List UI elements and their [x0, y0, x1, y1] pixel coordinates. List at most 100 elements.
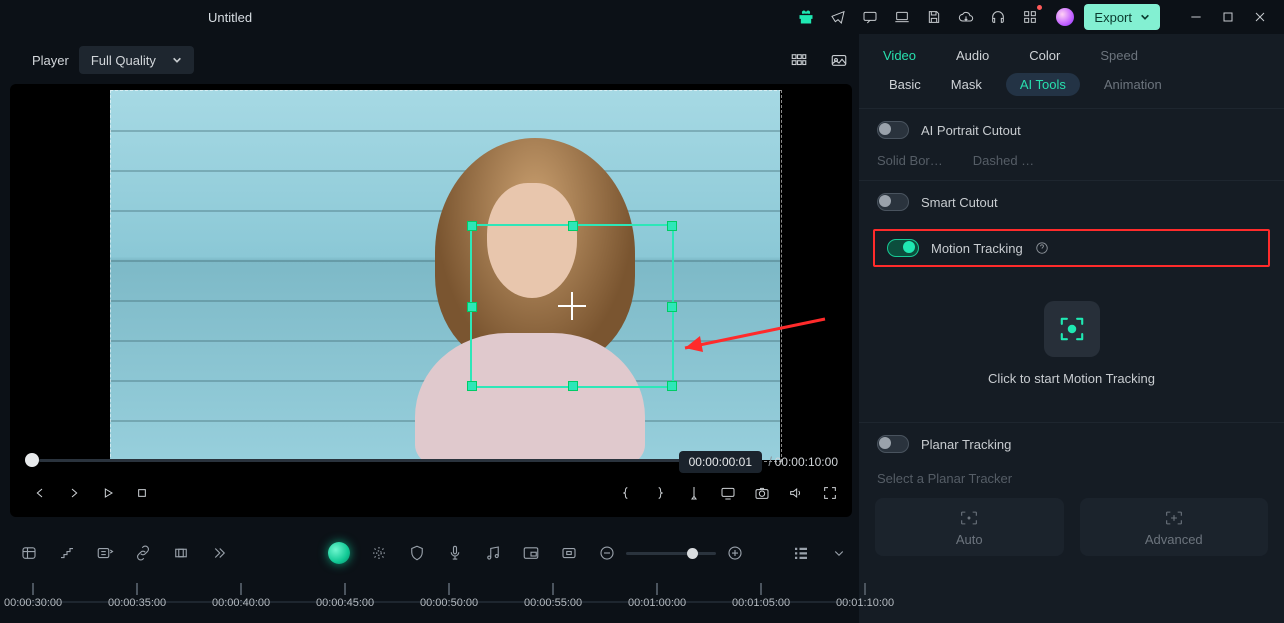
- stairs-icon[interactable]: [58, 544, 76, 562]
- tracker-auto-card[interactable]: Auto: [875, 498, 1064, 556]
- tab-color[interactable]: Color: [1029, 48, 1060, 63]
- resize-handle-left[interactable]: [467, 302, 477, 312]
- resize-handle-top-right[interactable]: [667, 221, 677, 231]
- tab-speed[interactable]: Speed: [1100, 48, 1138, 63]
- ai-portrait-label: AI Portrait Cutout: [921, 123, 1021, 138]
- ruler-tick: 00:00:45:00: [316, 583, 374, 609]
- window-minimize-button[interactable]: [1185, 6, 1207, 28]
- tab-audio[interactable]: Audio: [956, 48, 989, 63]
- more-icon[interactable]: [210, 544, 228, 562]
- fullscreen-icon[interactable]: [822, 485, 838, 504]
- view-options-icon[interactable]: [792, 544, 810, 562]
- frame-icon[interactable]: [560, 544, 578, 562]
- resize-handle-top[interactable]: [568, 221, 578, 231]
- playhead-slider[interactable]: [32, 453, 682, 467]
- tracker-auto-label: Auto: [956, 532, 983, 547]
- headphones-icon[interactable]: [987, 6, 1009, 28]
- motion-tracking-box[interactable]: [470, 224, 674, 388]
- motion-tracking-highlight: Motion Tracking: [873, 229, 1270, 267]
- planar-tracking-label: Planar Tracking: [921, 437, 1011, 452]
- pip-icon[interactable]: [522, 544, 540, 562]
- tab-ai-tools[interactable]: AI Tools: [1006, 73, 1080, 96]
- motion-tracking-toggle[interactable]: [887, 239, 919, 257]
- export-button[interactable]: Export: [1084, 4, 1160, 30]
- marker-icon[interactable]: [686, 485, 702, 504]
- telegram-icon[interactable]: [827, 6, 849, 28]
- planar-tracking-section: Planar Tracking: [859, 422, 1284, 465]
- stop-button[interactable]: [134, 485, 150, 504]
- brace-close-icon[interactable]: [652, 485, 668, 504]
- next-frame-button[interactable]: [66, 485, 82, 504]
- zoom-out-button[interactable]: [598, 544, 616, 562]
- planar-tracking-toggle[interactable]: [877, 435, 909, 453]
- inspector-primary-tabs: Video Audio Color Speed: [859, 34, 1284, 73]
- tracker-advanced-label: Advanced: [1145, 532, 1203, 547]
- play-button[interactable]: [100, 485, 116, 504]
- zoom-slider[interactable]: [626, 552, 716, 555]
- snapshot-icon[interactable]: [830, 51, 848, 69]
- portrait-option-solid: Solid Bor…: [877, 153, 943, 168]
- text-box-icon[interactable]: [96, 544, 114, 562]
- ruler-tick: 00:00:35:00: [108, 583, 166, 609]
- table-icon[interactable]: [20, 544, 38, 562]
- save-icon[interactable]: [923, 6, 945, 28]
- shield-icon[interactable]: [408, 544, 426, 562]
- tab-animation[interactable]: Animation: [1098, 73, 1168, 96]
- crop-icon[interactable]: [172, 544, 190, 562]
- chevron-down-icon: [1140, 12, 1150, 22]
- laptop-icon[interactable]: [891, 6, 913, 28]
- ai-orb-icon[interactable]: [328, 542, 350, 564]
- chat-icon[interactable]: [859, 6, 881, 28]
- mic-icon[interactable]: [446, 544, 464, 562]
- tracker-cards: Auto Advanced: [859, 488, 1284, 566]
- brace-open-icon[interactable]: [618, 485, 634, 504]
- tab-video[interactable]: Video: [883, 48, 916, 63]
- export-label: Export: [1094, 10, 1132, 25]
- total-time: 00:00:10:00: [775, 455, 838, 469]
- resize-handle-bottom-left[interactable]: [467, 381, 477, 391]
- motion-tracking-start-block: Click to start Motion Tracking: [859, 273, 1284, 422]
- screen-icon[interactable]: [720, 485, 736, 504]
- quality-value: Full Quality: [91, 53, 156, 68]
- quality-dropdown[interactable]: Full Quality: [79, 46, 194, 74]
- start-tracking-button[interactable]: [1044, 301, 1100, 357]
- zoom-in-button[interactable]: [726, 544, 744, 562]
- prev-frame-button[interactable]: [32, 485, 48, 504]
- resize-handle-bottom[interactable]: [568, 381, 578, 391]
- smart-cutout-section: Smart Cutout: [859, 180, 1284, 223]
- apps-icon[interactable]: [1019, 6, 1041, 28]
- volume-icon[interactable]: [788, 485, 804, 504]
- crosshair-icon: [558, 292, 586, 320]
- user-avatar[interactable]: [1056, 8, 1074, 26]
- music-icon[interactable]: [484, 544, 502, 562]
- ruler-tick: 00:00:30:00: [4, 583, 62, 609]
- video-preview[interactable]: 00:00:00:01 / 00:00:10:00: [10, 84, 852, 517]
- grid-view-icon[interactable]: [790, 51, 808, 69]
- select-tracker-label: Select a Planar Tracker: [877, 471, 1012, 486]
- tab-basic[interactable]: Basic: [883, 73, 927, 96]
- cloud-download-icon[interactable]: [955, 6, 977, 28]
- ai-portrait-toggle[interactable]: [877, 121, 909, 139]
- smart-cutout-label: Smart Cutout: [921, 195, 998, 210]
- timeline-zoom: [598, 544, 744, 562]
- player-header: Player Full Quality: [10, 40, 858, 80]
- tracker-advanced-card[interactable]: Advanced: [1080, 498, 1269, 556]
- resize-handle-right[interactable]: [667, 302, 677, 312]
- ruler-tick: 00:00:50:00: [420, 583, 478, 609]
- resize-handle-top-left[interactable]: [467, 221, 477, 231]
- sparkle-icon[interactable]: [370, 544, 388, 562]
- tab-mask[interactable]: Mask: [945, 73, 988, 96]
- gift-icon[interactable]: [795, 6, 817, 28]
- link-icon[interactable]: [134, 544, 152, 562]
- resize-handle-bottom-right[interactable]: [667, 381, 677, 391]
- inspector-secondary-tabs: Basic Mask AI Tools Animation: [859, 73, 1284, 108]
- smart-cutout-toggle[interactable]: [877, 193, 909, 211]
- timeline-ruler[interactable]: 00:00:30:0000:00:35:0000:00:40:0000:00:4…: [16, 583, 852, 623]
- transport-bar: [32, 481, 838, 507]
- chevron-down-icon[interactable]: [830, 544, 848, 562]
- help-icon[interactable]: [1035, 241, 1049, 255]
- motion-tracking-label: Motion Tracking: [931, 241, 1023, 256]
- window-maximize-button[interactable]: [1217, 6, 1239, 28]
- window-close-button[interactable]: [1249, 6, 1271, 28]
- camera-icon[interactable]: [754, 485, 770, 504]
